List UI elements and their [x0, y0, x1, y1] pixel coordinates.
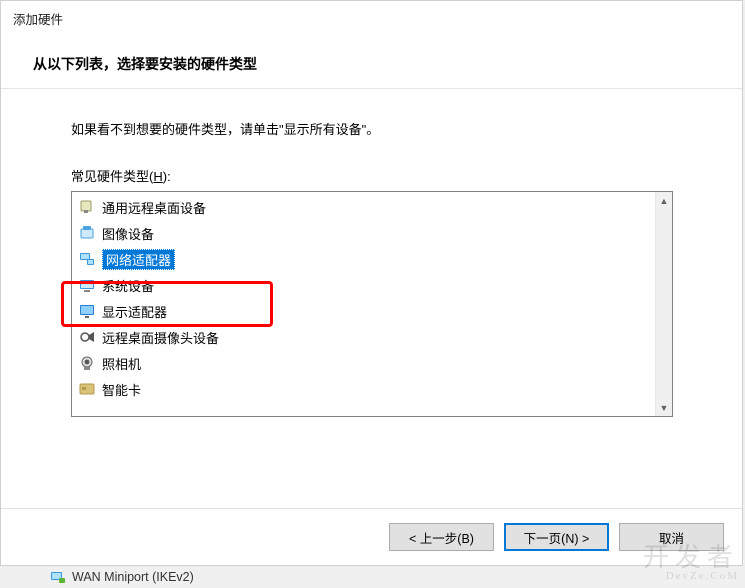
list-item-label: 网络适配器: [102, 249, 175, 270]
list-item-label: 系统设备: [102, 276, 154, 295]
camera-icon: [78, 354, 96, 372]
list-item-label: 显示适配器: [102, 302, 167, 321]
list-label-prefix: 常见硬件类型(: [71, 169, 153, 184]
hint-text: 如果看不到想要的硬件类型，请单击"显示所有设备"。: [71, 119, 672, 138]
cancel-button[interactable]: 取消: [619, 523, 724, 551]
list-item[interactable]: 智能卡: [72, 376, 655, 402]
list-item-label: 智能卡: [102, 380, 141, 399]
display-icon: [78, 302, 96, 320]
device-generic-icon: [78, 198, 96, 216]
scroll-up-button[interactable]: ▲: [656, 192, 672, 209]
dialog-footer: < 上一步(B) 下一页(N) > 取消: [1, 508, 742, 565]
list-item[interactable]: 显示适配器: [72, 298, 655, 324]
system-icon: [78, 276, 96, 294]
watermark-sub: DevZe.CoM: [643, 570, 739, 582]
network-icon: [78, 250, 96, 268]
list-item[interactable]: 照相机: [72, 350, 655, 376]
background-item-label: WAN Miniport (IKEv2): [72, 570, 194, 584]
list-label-hotkey: H: [153, 169, 162, 184]
list-item-label: 远程桌面摄像头设备: [102, 328, 219, 347]
scroll-down-button[interactable]: ▼: [656, 399, 672, 416]
hardware-type-listbox[interactable]: 通用远程桌面设备图像设备网络适配器系统设备显示适配器远程桌面摄像头设备照相机智能…: [71, 191, 673, 417]
dialog-title: 添加硬件: [1, 1, 742, 32]
list-item[interactable]: 网络适配器: [72, 246, 655, 272]
add-hardware-dialog: 添加硬件 从以下列表，选择要安装的硬件类型 如果看不到想要的硬件类型，请单击"显…: [0, 0, 743, 566]
list-label: 常见硬件类型(H):: [71, 166, 672, 185]
imaging-icon: [78, 224, 96, 242]
scrollbar[interactable]: ▲ ▼: [655, 192, 672, 416]
back-button[interactable]: < 上一步(B): [389, 523, 494, 551]
next-button[interactable]: 下一页(N) >: [504, 523, 609, 551]
background-list-item: WAN Miniport (IKEv2): [50, 566, 730, 588]
dialog-content: 如果看不到想要的硬件类型，请单击"显示所有设备"。 常见硬件类型(H): 通用远…: [1, 89, 742, 508]
listbox-viewport: 通用远程桌面设备图像设备网络适配器系统设备显示适配器远程桌面摄像头设备照相机智能…: [72, 192, 655, 416]
list-item-label: 照相机: [102, 354, 141, 373]
dialog-subtitle: 从以下列表，选择要安装的硬件类型: [1, 32, 742, 82]
list-item[interactable]: 系统设备: [72, 272, 655, 298]
list-item[interactable]: 远程桌面摄像头设备: [72, 324, 655, 350]
rd-camera-icon: [78, 328, 96, 346]
network-icon: [50, 569, 66, 585]
smartcard-icon: [78, 380, 96, 398]
list-item-label: 通用远程桌面设备: [102, 198, 206, 217]
list-label-suffix: ):: [163, 169, 171, 184]
list-item[interactable]: 通用远程桌面设备: [72, 194, 655, 220]
list-item-label: 图像设备: [102, 224, 154, 243]
list-item[interactable]: 图像设备: [72, 220, 655, 246]
